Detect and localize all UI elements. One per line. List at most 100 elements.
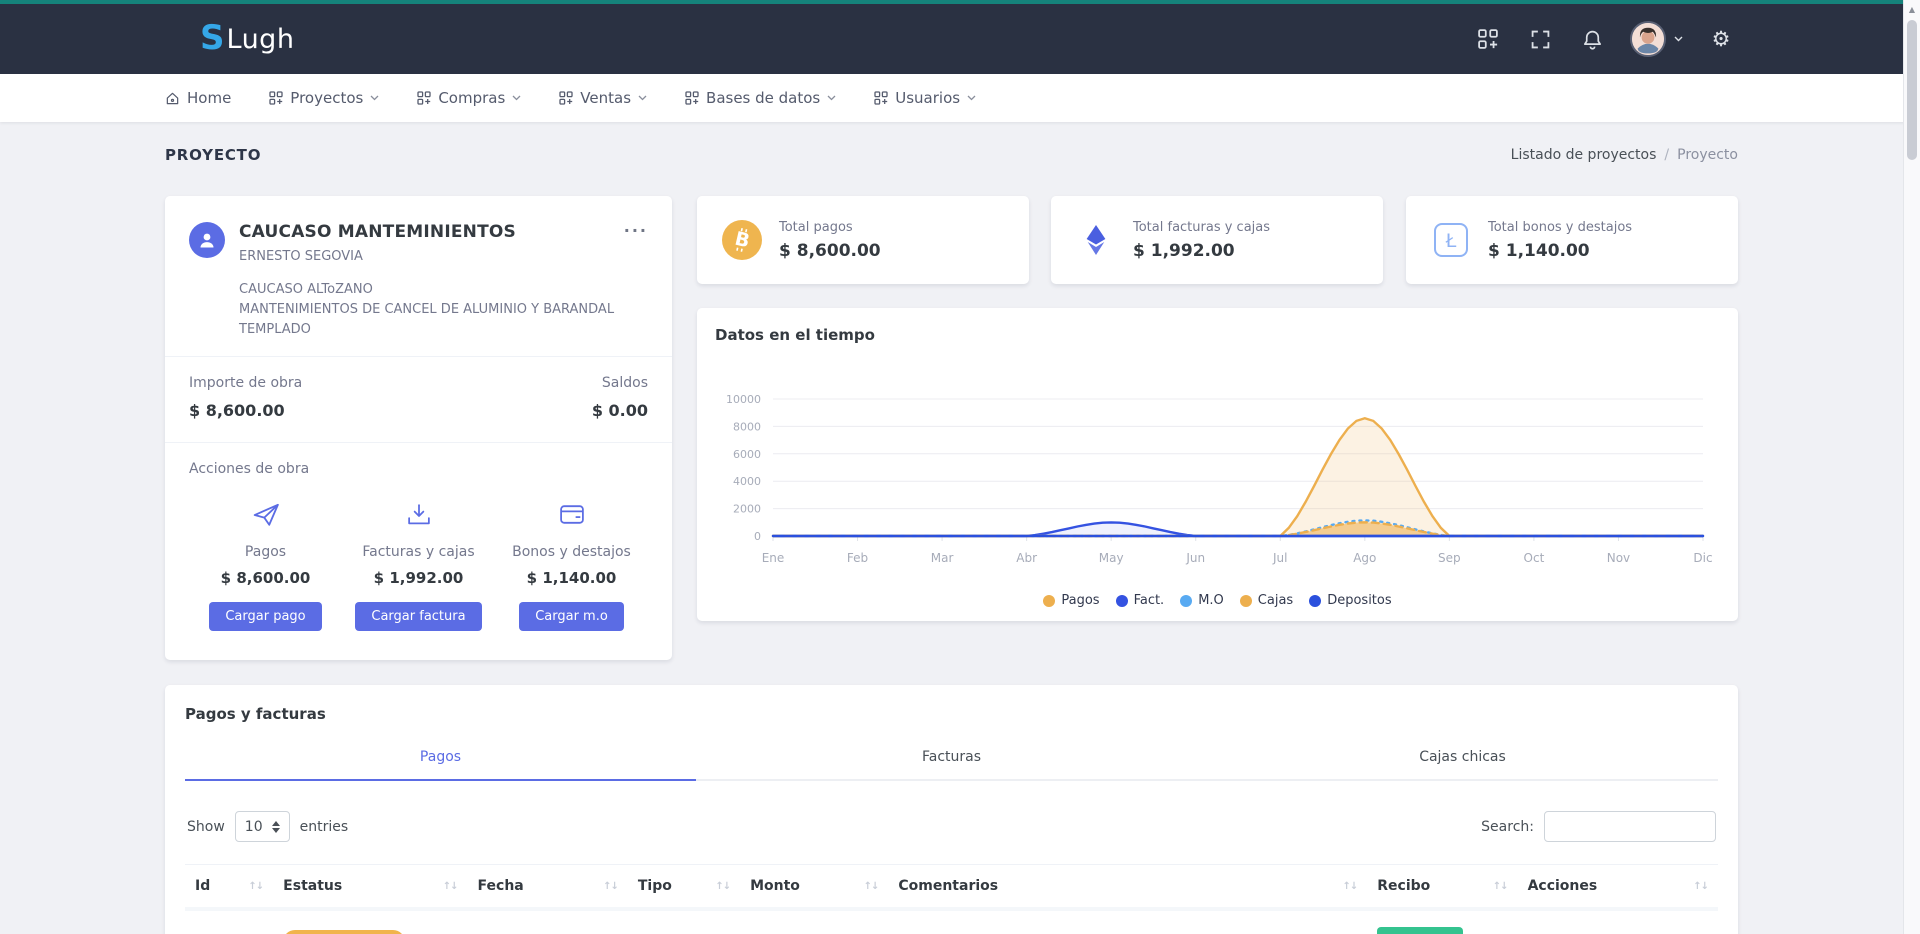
menu-item-compras[interactable]: Compras bbox=[417, 89, 521, 107]
cell-comentarios: PAGO DE MANTENIMIENTO DE CANCELERIA bbox=[888, 909, 1367, 934]
column-header-estatus[interactable]: Estatus↑↓ bbox=[273, 865, 467, 910]
user-menu[interactable] bbox=[1630, 21, 1683, 57]
status-badge: Sin confirmación bbox=[283, 930, 405, 934]
project-client: ERNESTO SEGOVIA bbox=[239, 249, 516, 264]
svg-text:0: 0 bbox=[754, 530, 761, 543]
show-label: Show bbox=[187, 819, 225, 835]
bell-icon[interactable] bbox=[1578, 25, 1606, 53]
breadcrumb: Listado de proyectos / Proyecto bbox=[1511, 147, 1738, 163]
cargar-factura-button[interactable]: Cargar factura bbox=[355, 602, 481, 631]
project-options-menu[interactable]: ... bbox=[624, 222, 648, 232]
cell-monto: $8,600.00 bbox=[740, 909, 888, 934]
cell-acciones bbox=[1518, 909, 1718, 934]
imprimir-recibo-button[interactable]: Imprimir bbox=[1377, 927, 1462, 934]
column-header-recibo[interactable]: Recibo↑↓ bbox=[1367, 865, 1517, 910]
brand-logo[interactable]: S Lugh bbox=[200, 22, 294, 56]
grid-icon bbox=[874, 91, 888, 105]
cell-tipo: Pago bbox=[628, 909, 740, 934]
ethereum-icon bbox=[1075, 219, 1117, 261]
column-header-fecha[interactable]: Fecha↑↓ bbox=[468, 865, 628, 910]
sort-icon: ↑↓ bbox=[1493, 881, 1508, 892]
column-header-monto[interactable]: Monto↑↓ bbox=[740, 865, 888, 910]
payments-tabs: Pagos Facturas Cajas chicas bbox=[185, 749, 1718, 781]
litecoin-icon: Ł bbox=[1430, 219, 1472, 261]
importe-label: Importe de obra bbox=[189, 375, 302, 391]
vertical-scrollbar[interactable]: ▲ bbox=[1903, 0, 1920, 934]
chevron-down-icon bbox=[638, 95, 647, 101]
column-header-comentarios[interactable]: Comentarios↑↓ bbox=[888, 865, 1367, 910]
saldos-value: $ 0.00 bbox=[592, 401, 648, 420]
column-header-id[interactable]: Id↑↓ bbox=[185, 865, 273, 910]
legend-item-depositos[interactable]: Depositos bbox=[1309, 593, 1391, 608]
breadcrumb-parent-link[interactable]: Listado de proyectos bbox=[1511, 147, 1657, 163]
scroll-up-arrow[interactable]: ▲ bbox=[1904, 0, 1920, 14]
svg-text:Ago: Ago bbox=[1353, 551, 1376, 565]
stat-card-total-pagos: B Total pagos $ 8,600.00 bbox=[697, 196, 1029, 284]
grid-icon bbox=[685, 91, 699, 105]
column-header-acciones[interactable]: Acciones↑↓ bbox=[1518, 865, 1718, 910]
grid-icon bbox=[417, 91, 431, 105]
menu-item-proyectos[interactable]: Proyectos bbox=[269, 89, 379, 107]
project-name: CAUCASO MANTEMINIENTOS bbox=[239, 222, 516, 242]
svg-text:8000: 8000 bbox=[733, 420, 761, 433]
gear-icon[interactable]: ⚙ bbox=[1707, 25, 1735, 53]
cargar-pago-button[interactable]: Cargar pago bbox=[209, 602, 321, 631]
svg-text:10000: 10000 bbox=[726, 393, 761, 406]
svg-text:Dic: Dic bbox=[1693, 551, 1712, 565]
svg-text:2000: 2000 bbox=[733, 503, 761, 516]
scrollbar-thumb[interactable] bbox=[1907, 20, 1917, 160]
payments-table: Id↑↓ Estatus↑↓ Fecha↑↓ Tipo↑↓ Monto↑↓ Co… bbox=[185, 864, 1718, 934]
navbar: S Lugh bbox=[0, 4, 1920, 74]
action-bonos: Bonos y destajos $ 1,140.00 Cargar m.o bbox=[495, 501, 648, 631]
menu-item-usuarios[interactable]: Usuarios bbox=[874, 89, 976, 107]
apps-grid-icon[interactable] bbox=[1474, 25, 1502, 53]
legend-item-pagos[interactable]: Pagos bbox=[1043, 593, 1099, 608]
time-series-chart: 0200040006000800010000EneFebMarAbrMayJun… bbox=[715, 328, 1720, 580]
tab-pagos[interactable]: Pagos bbox=[185, 749, 696, 781]
svg-text:Oct: Oct bbox=[1524, 551, 1545, 565]
wallet-icon bbox=[558, 501, 586, 528]
saldos-label: Saldos bbox=[602, 375, 648, 391]
sort-icon: ↑↓ bbox=[1693, 881, 1708, 892]
cell-id: 412 bbox=[185, 909, 273, 934]
svg-text:Sep: Sep bbox=[1438, 551, 1461, 565]
menu-item-home[interactable]: Home bbox=[165, 89, 231, 107]
project-description-line1: CAUCASO ALToZANO bbox=[239, 280, 648, 300]
chevron-down-icon bbox=[1674, 36, 1683, 42]
svg-text:Ene: Ene bbox=[762, 551, 785, 565]
sort-icon: ↑↓ bbox=[715, 881, 730, 892]
legend-item-cajas[interactable]: Cajas bbox=[1240, 593, 1293, 608]
project-avatar-icon bbox=[189, 222, 225, 258]
importe-value: $ 8,600.00 bbox=[189, 401, 285, 420]
tab-cajas-chicas[interactable]: Cajas chicas bbox=[1207, 749, 1718, 781]
sort-icon: ↑↓ bbox=[1343, 881, 1358, 892]
search-label: Search: bbox=[1481, 819, 1534, 835]
chevron-down-icon bbox=[512, 95, 521, 101]
svg-text:May: May bbox=[1099, 551, 1124, 565]
tab-facturas[interactable]: Facturas bbox=[696, 749, 1207, 781]
send-icon bbox=[251, 501, 281, 528]
chevron-down-icon bbox=[827, 95, 836, 101]
chart-card: Datos en el tiempo 020004000600080001000… bbox=[697, 308, 1738, 621]
fullscreen-icon[interactable] bbox=[1526, 25, 1554, 53]
sort-icon: ↑↓ bbox=[443, 881, 458, 892]
column-header-tipo[interactable]: Tipo↑↓ bbox=[628, 865, 740, 910]
svg-text:4000: 4000 bbox=[733, 475, 761, 488]
legend-item-mo[interactable]: M.O bbox=[1180, 593, 1224, 608]
bitcoin-icon: B bbox=[721, 219, 763, 261]
page-size-select[interactable]: 10 bbox=[235, 811, 290, 842]
menu-item-bases-de-datos[interactable]: Bases de datos bbox=[685, 89, 836, 107]
action-pagos: Pagos $ 8,600.00 Cargar pago bbox=[189, 501, 342, 631]
legend-item-fact[interactable]: Fact. bbox=[1116, 593, 1165, 608]
svg-text:Ł: Ł bbox=[1445, 230, 1457, 252]
stat-card-total-bonos: Ł Total bonos y destajos $ 1,140.00 bbox=[1406, 196, 1738, 284]
sort-icon: ↑↓ bbox=[864, 881, 879, 892]
download-icon bbox=[405, 501, 433, 528]
cargar-mo-button[interactable]: Cargar m.o bbox=[519, 602, 624, 631]
payments-card: Pagos y facturas Pagos Facturas Cajas ch… bbox=[165, 685, 1738, 934]
svg-text:6000: 6000 bbox=[733, 448, 761, 461]
search-input[interactable] bbox=[1544, 811, 1716, 842]
brand-name: Lugh bbox=[227, 24, 295, 55]
chevron-down-icon bbox=[370, 95, 379, 101]
menu-item-ventas[interactable]: Ventas bbox=[559, 89, 647, 107]
